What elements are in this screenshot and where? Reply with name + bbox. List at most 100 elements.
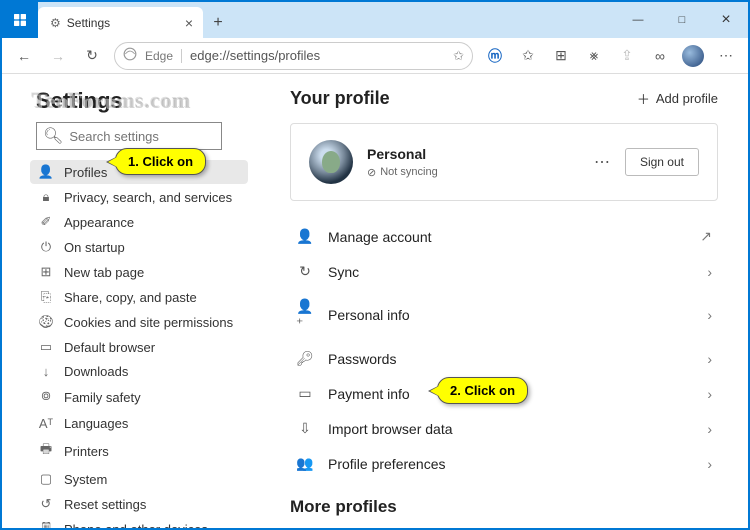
- url-text: edge://settings/profiles: [190, 48, 445, 63]
- sidebar-item-label: On startup: [64, 240, 125, 255]
- chevron-right-icon: ›: [707, 386, 712, 402]
- sidebar-item-label: Privacy, search, and services: [64, 190, 232, 205]
- sidebar-item-newtab[interactable]: ⊞New tab page: [30, 260, 248, 284]
- option-label: Profile preferences: [328, 456, 446, 472]
- sidebar-item-reset[interactable]: ↺Reset settings: [30, 492, 248, 516]
- collections-icon[interactable]: ⊞: [545, 41, 577, 71]
- profile-avatar-small[interactable]: [677, 41, 709, 71]
- sidebar-item-printers[interactable]: 🖶︎Printers: [30, 436, 248, 466]
- add-profile-button[interactable]: ＋ Add profile: [637, 89, 718, 108]
- key-icon: 🔑︎: [296, 350, 314, 367]
- sidebar-item-default[interactable]: ▭Default browser: [30, 335, 248, 359]
- back-button[interactable]: ←: [8, 41, 40, 71]
- favorites-icon[interactable]: ✩: [512, 41, 544, 71]
- language-icon: Aᵀ: [38, 416, 54, 431]
- personal-info-icon: 👤⁺: [296, 298, 314, 332]
- search-settings-box[interactable]: 🔍︎: [36, 122, 222, 150]
- sidebar-nav: 👤 Profiles 🔒︎Privacy, search, and service…: [30, 160, 248, 528]
- sidebar-item-share[interactable]: ⎘ Share, copy, and paste: [30, 285, 248, 309]
- search-icon: 🔍︎: [43, 126, 63, 146]
- extension-malwarebytes-icon[interactable]: ⓜ: [479, 41, 511, 71]
- site-identity-icon: [123, 47, 137, 64]
- new-tab-button[interactable]: +: [203, 7, 233, 38]
- chevron-right-icon: ›: [707, 456, 712, 472]
- close-tab-icon[interactable]: ×: [185, 15, 193, 31]
- app-icon-wrap[interactable]: [2, 2, 38, 38]
- sidebar-item-label: Reset settings: [64, 497, 146, 512]
- refresh-button[interactable]: ↻: [76, 41, 108, 71]
- minimize-button[interactable]: —: [616, 2, 660, 38]
- sidebar-item-label: Phone and other devices: [64, 522, 208, 529]
- titlebar: ⚙ Settings × + — □ ×: [2, 2, 748, 38]
- sidebar-title: Settings: [36, 88, 248, 114]
- sidebar-item-label: Downloads: [64, 364, 128, 379]
- profile-actions: ⋯ Sign out: [594, 148, 699, 176]
- callout-step-2: 2. Click on: [437, 377, 528, 404]
- option-passwords[interactable]: 🔑︎Passwords›: [290, 341, 718, 376]
- sync-icon: ↻: [296, 263, 314, 280]
- sidebar-item-system[interactable]: ▢System: [30, 467, 248, 491]
- option-import[interactable]: ⇩ Import browser data ›: [290, 411, 718, 446]
- sidebar-item-privacy[interactable]: 🔒︎Privacy, search, and services: [30, 185, 248, 209]
- chevron-right-icon: ›: [707, 264, 712, 280]
- sync-off-icon: ⊘: [367, 166, 376, 179]
- option-label: Import browser data: [328, 421, 453, 437]
- forward-button[interactable]: →: [42, 41, 74, 71]
- sign-out-button[interactable]: Sign out: [625, 148, 699, 176]
- power-icon: ⏻: [38, 239, 54, 255]
- profile-sync-status: ⊘ Not syncing: [367, 166, 580, 179]
- sidebar-item-appearance[interactable]: ✐Appearance: [30, 210, 248, 234]
- link-icon[interactable]: ∞: [644, 41, 676, 71]
- download-icon: ↓: [38, 364, 54, 379]
- sidebar-item-label: Profiles: [64, 165, 107, 180]
- search-input[interactable]: [69, 129, 245, 144]
- sidebar-item-startup[interactable]: ⏻ On startup: [30, 235, 248, 259]
- callout-step-1: 1. Click on: [115, 148, 206, 175]
- address-bar[interactable]: Edge edge://settings/profiles ✩: [114, 42, 473, 70]
- sidebar-item-languages[interactable]: AᵀLanguages: [30, 412, 248, 435]
- window-controls: — □ ×: [616, 2, 748, 38]
- account-icon: 👤: [296, 228, 314, 245]
- brush-icon: ✐: [38, 214, 54, 230]
- add-profile-label: Add profile: [656, 91, 718, 106]
- import-icon: ⇩: [296, 420, 314, 437]
- sidebar-item-label: System: [64, 472, 107, 487]
- sidebar-item-cookies[interactable]: 🍪︎Cookies and site permissions: [30, 310, 248, 334]
- page-title: Your profile: [290, 88, 390, 109]
- favorite-star-icon[interactable]: ✩: [453, 48, 464, 64]
- profile-info: Personal ⊘ Not syncing: [367, 146, 580, 179]
- share-nav-icon: ⎘: [38, 289, 54, 305]
- menu-button[interactable]: ⋯: [710, 41, 742, 71]
- option-sync[interactable]: ↻ Sync ›: [290, 254, 718, 289]
- sidebar-item-label: Share, copy, and paste: [64, 290, 197, 305]
- more-profiles-heading: More profiles: [290, 497, 718, 517]
- close-window-button[interactable]: ×: [704, 2, 748, 38]
- extensions-icon[interactable]: ⨳: [578, 41, 610, 71]
- tab-manager-icon: [12, 12, 28, 28]
- profile-more-button[interactable]: ⋯: [594, 152, 611, 172]
- preferences-icon: 👥: [296, 455, 314, 472]
- chevron-right-icon: ›: [707, 351, 712, 367]
- option-label: Payment info: [328, 386, 410, 402]
- option-profile-preferences[interactable]: 👥 Profile preferences ›: [290, 446, 718, 481]
- browser-tab[interactable]: ⚙ Settings ×: [38, 7, 203, 38]
- share-icon[interactable]: ⇪: [611, 41, 643, 71]
- maximize-button[interactable]: □: [660, 2, 704, 38]
- content-area: Your profile ＋ Add profile Personal ⊘ No…: [266, 74, 748, 528]
- option-personal-info[interactable]: 👤⁺Personal info›: [290, 289, 718, 341]
- tab-title: Settings: [67, 16, 110, 30]
- phone-icon: 📱︎: [38, 521, 54, 528]
- option-label: Manage account: [328, 229, 432, 245]
- sidebar-item-label: New tab page: [64, 265, 144, 280]
- chevron-right-icon: ›: [707, 421, 712, 437]
- gear-icon: ⚙: [50, 16, 61, 30]
- sidebar-item-phone[interactable]: 📱︎ Phone and other devices: [30, 517, 248, 528]
- current-profile-card: Personal ⊘ Not syncing ⋯ Sign out: [290, 123, 718, 201]
- sidebar-item-family[interactable]: ៙Family safety: [30, 384, 248, 411]
- sidebar-item-downloads[interactable]: ↓ Downloads: [30, 360, 248, 383]
- sidebar-item-label: Printers: [64, 444, 109, 459]
- main-area: Settings 🔍︎ 👤 Profiles 🔒︎Privacy, search,…: [2, 74, 748, 528]
- option-label: Sync: [328, 264, 359, 280]
- profiles-icon: 👤: [38, 164, 54, 180]
- option-manage-account[interactable]: 👤Manage account↗: [290, 219, 718, 254]
